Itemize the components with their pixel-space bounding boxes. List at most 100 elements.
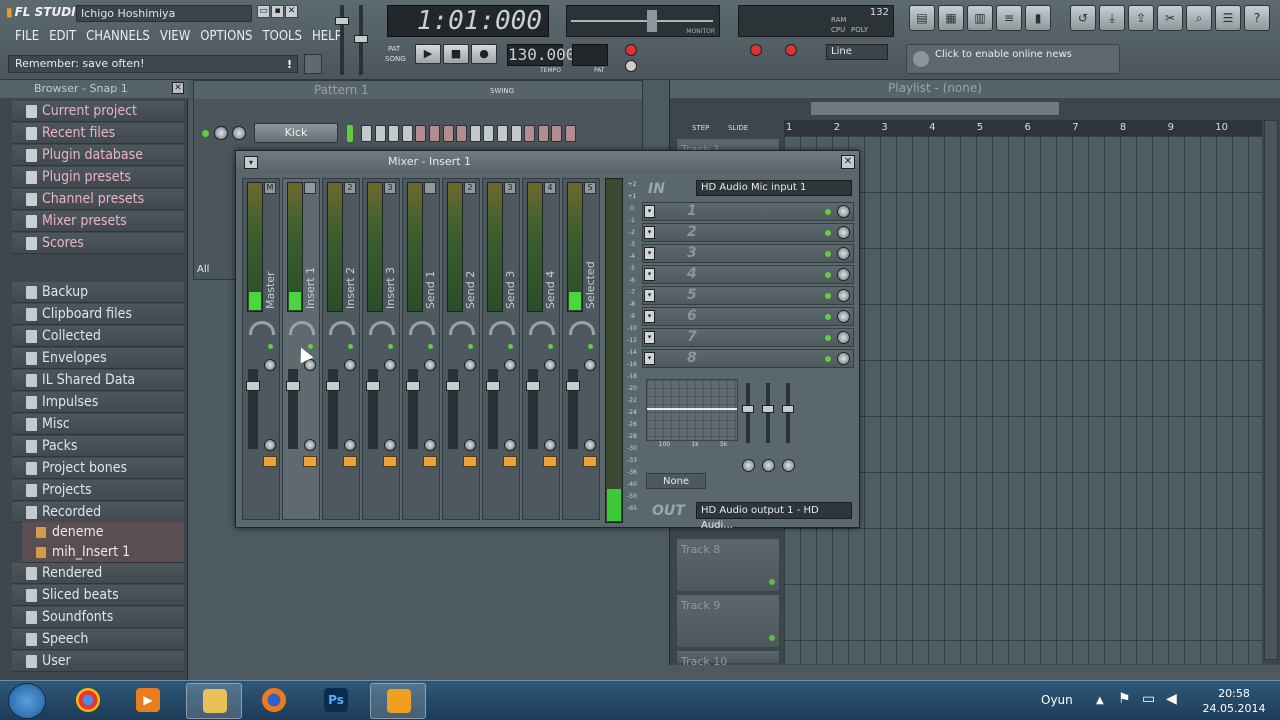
browser-item-mih-insert-1[interactable]: mih_Insert 1 bbox=[22, 542, 184, 563]
song-title-field[interactable]: Ichigo Hoshimiya bbox=[76, 5, 252, 22]
browser-item-sliced-beats[interactable]: Sliced beats bbox=[12, 585, 184, 606]
track-header[interactable]: Track 9 bbox=[676, 594, 780, 648]
stereo-separation-knob[interactable] bbox=[544, 359, 556, 371]
strip-enable-led[interactable] bbox=[348, 344, 353, 349]
fx-indicator[interactable] bbox=[263, 456, 277, 467]
undo-icon[interactable]: ↺ bbox=[1070, 5, 1096, 31]
pan-knob[interactable] bbox=[489, 321, 515, 335]
language-indicator[interactable]: Oyun bbox=[1041, 693, 1073, 707]
browser-item-recent-files[interactable]: Recent files bbox=[12, 123, 184, 144]
record-button[interactable]: ● bbox=[471, 44, 497, 64]
countdown-button[interactable] bbox=[750, 44, 762, 56]
fx-indicator[interactable] bbox=[503, 456, 517, 467]
volume-icon[interactable]: ◀ bbox=[1166, 691, 1177, 707]
slot-menu-icon[interactable]: ▾ bbox=[644, 289, 655, 302]
mixer-strip-send-1[interactable]: Send 1 bbox=[402, 178, 440, 520]
track-mute-led[interactable] bbox=[769, 579, 775, 585]
menu-edit[interactable]: EDIT bbox=[44, 29, 81, 44]
step-button[interactable] bbox=[374, 125, 386, 142]
notes-icon[interactable]: ☰ bbox=[1215, 5, 1241, 31]
slot-enable-led[interactable] bbox=[825, 209, 831, 215]
show-hidden-icons[interactable]: ▲ bbox=[1096, 695, 1104, 706]
pan-knob[interactable] bbox=[449, 321, 475, 335]
stereo-separation-knob[interactable] bbox=[584, 359, 596, 371]
slot-menu-icon[interactable]: ▾ bbox=[644, 331, 655, 344]
piano-roll-icon[interactable]: ▥ bbox=[967, 5, 993, 31]
pan-knob[interactable] bbox=[249, 321, 275, 335]
send-knob[interactable] bbox=[384, 439, 396, 451]
fx-indicator[interactable] bbox=[583, 456, 597, 467]
route-button[interactable]: M bbox=[264, 182, 276, 194]
slot-menu-icon[interactable]: ▾ bbox=[644, 226, 655, 239]
input-device-select[interactable]: HD Audio Mic input 1 bbox=[696, 180, 852, 196]
browser-item-backup[interactable]: Backup bbox=[12, 282, 184, 303]
slot-menu-icon[interactable]: ▾ bbox=[644, 310, 655, 323]
send-knob[interactable] bbox=[584, 439, 596, 451]
fader-handle[interactable] bbox=[446, 381, 460, 391]
route-button[interactable]: 2 bbox=[464, 182, 476, 194]
mixer-title-bar[interactable]: Mixer - Insert 1 bbox=[236, 151, 859, 173]
pan-knob[interactable] bbox=[409, 321, 435, 335]
fader-handle[interactable] bbox=[246, 381, 260, 391]
effect-slot[interactable]: ▾ 2 bbox=[642, 223, 854, 242]
export-icon[interactable]: ⇪ bbox=[1128, 5, 1154, 31]
step-button[interactable] bbox=[469, 125, 481, 142]
menu-view[interactable]: VIEW bbox=[155, 29, 195, 44]
fx-indicator[interactable] bbox=[463, 456, 477, 467]
route-button[interactable]: S bbox=[584, 182, 596, 194]
effect-slot[interactable]: ▾ 1 bbox=[642, 202, 854, 221]
effect-slot[interactable]: ▾ 5 bbox=[642, 286, 854, 305]
stereo-separation-knob[interactable] bbox=[264, 359, 276, 371]
window-restore-button[interactable]: ▭ bbox=[257, 5, 270, 18]
strip-enable-led[interactable] bbox=[388, 344, 393, 349]
stop-button[interactable]: ■ bbox=[443, 44, 469, 64]
slot-mix-knob[interactable] bbox=[837, 289, 850, 302]
slot-enable-led[interactable] bbox=[825, 251, 831, 257]
taskbar-chrome[interactable] bbox=[60, 683, 116, 719]
slot-mix-knob[interactable] bbox=[837, 205, 850, 218]
browser-item-misc[interactable]: Misc bbox=[12, 414, 184, 435]
strip-enable-led[interactable] bbox=[508, 344, 513, 349]
fx-indicator[interactable] bbox=[383, 456, 397, 467]
send-knob[interactable] bbox=[344, 439, 356, 451]
slot-mix-knob[interactable] bbox=[837, 247, 850, 260]
pattern-selector[interactable]: Pattern 1 bbox=[314, 83, 369, 97]
strip-enable-led[interactable] bbox=[268, 344, 273, 349]
stereo-separation-knob[interactable] bbox=[464, 359, 476, 371]
route-button[interactable] bbox=[304, 182, 316, 194]
slot-enable-led[interactable] bbox=[825, 314, 831, 320]
mixer-strip-insert-2[interactable]: 2 Insert 2 bbox=[322, 178, 360, 520]
send-knob[interactable] bbox=[504, 439, 516, 451]
fader-handle[interactable] bbox=[366, 381, 380, 391]
browser-item-soundfonts[interactable]: Soundfonts bbox=[12, 607, 184, 628]
step-button[interactable] bbox=[551, 125, 563, 142]
mixer-strip-insert-3[interactable]: 3 Insert 3 bbox=[362, 178, 400, 520]
slot-mix-knob[interactable] bbox=[837, 310, 850, 323]
send-knob[interactable] bbox=[544, 439, 556, 451]
step-button[interactable] bbox=[388, 125, 400, 142]
mixer-menu-button[interactable]: ▾ bbox=[244, 156, 258, 169]
taskbar-media-player[interactable]: ▶ bbox=[120, 683, 176, 719]
mixer-close-button[interactable]: ✕ bbox=[841, 155, 855, 169]
send-knob[interactable] bbox=[264, 439, 276, 451]
step-button[interactable] bbox=[510, 125, 522, 142]
browser-item-collected[interactable]: Collected bbox=[12, 326, 184, 347]
mixer-strip-send-3[interactable]: 3 Send 3 bbox=[482, 178, 520, 520]
browser-item-mixer-presets[interactable]: Mixer presets bbox=[12, 211, 184, 232]
taskbar-fl-studio[interactable] bbox=[370, 683, 426, 719]
step-button[interactable] bbox=[415, 125, 427, 142]
route-button[interactable]: 4 bbox=[544, 182, 556, 194]
step-button[interactable] bbox=[537, 125, 549, 142]
step-button[interactable] bbox=[483, 125, 495, 142]
effect-slot[interactable]: ▾ 3 bbox=[642, 244, 854, 263]
step-button[interactable] bbox=[565, 125, 576, 142]
fader-handle[interactable] bbox=[286, 381, 300, 391]
step-button[interactable] bbox=[442, 125, 454, 142]
channel-rack-icon[interactable]: ≡ bbox=[996, 5, 1022, 31]
strip-enable-led[interactable] bbox=[428, 344, 433, 349]
step-button[interactable] bbox=[497, 125, 508, 142]
fx-indicator[interactable] bbox=[543, 456, 557, 467]
taskbar-firefox[interactable] bbox=[246, 683, 302, 719]
channel-select-led[interactable] bbox=[347, 125, 353, 142]
route-button[interactable] bbox=[424, 182, 436, 194]
